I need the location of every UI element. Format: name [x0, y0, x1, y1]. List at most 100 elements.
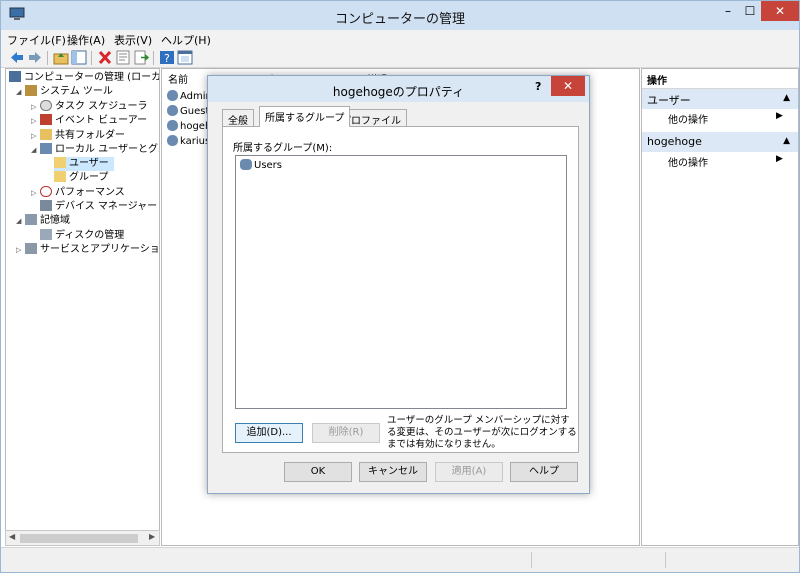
- user-icon: [167, 120, 178, 131]
- collapse-arrow-icon[interactable]: ◢: [16, 85, 25, 99]
- status-bar: [1, 547, 799, 572]
- menu-file[interactable]: ファイル(F): [7, 32, 66, 48]
- menu-view[interactable]: 表示(V): [114, 32, 152, 48]
- properties-dialog: hogehogeのプロパティ ? ✕ 全般 所属するグループ プロファイル 所属…: [207, 75, 590, 494]
- disk-icon: [40, 229, 52, 240]
- status-divider: [665, 552, 666, 568]
- group-icon: [240, 159, 252, 170]
- member-of-panel: 所属するグループ(M): Users 追加(D)... 削除(R) ユーザーのグ…: [222, 126, 579, 453]
- submenu-arrow-icon: ▶: [776, 111, 783, 121]
- minimize-button[interactable]: –: [717, 1, 739, 21]
- tree-horizontal-scrollbar[interactable]: ◀ ▶: [5, 530, 160, 546]
- groups-label: 所属するグループ(M):: [233, 143, 333, 154]
- collapse-triangle-icon[interactable]: ▲: [783, 93, 790, 103]
- tree-item-users[interactable]: ユーザー: [54, 157, 114, 171]
- actions-section-users[interactable]: ユーザー ▲: [642, 89, 798, 109]
- svg-text:?: ?: [164, 52, 170, 65]
- actions-section-hogehoge[interactable]: hogehoge ▲: [642, 132, 798, 152]
- event-viewer-icon: [40, 114, 52, 125]
- action-more-actions[interactable]: 他の操作 ▶: [668, 154, 783, 169]
- submenu-arrow-icon: ▶: [776, 154, 783, 164]
- computer-icon: [9, 71, 21, 82]
- forward-arrow-icon[interactable]: [27, 50, 43, 65]
- dialog-title-bar[interactable]: hogehogeのプロパティ ? ✕: [208, 76, 589, 102]
- membership-note: ユーザーのグループ メンバーシップに対する変更は、そのユーザーが次にログオンする…: [387, 415, 577, 450]
- tree-item-performance[interactable]: ▷ パフォーマンス: [31, 186, 125, 200]
- menu-help[interactable]: ヘルプ(H): [161, 32, 211, 48]
- list-item[interactable]: Admin: [167, 90, 212, 102]
- tree-item-services-apps[interactable]: ▷ サービスとアプリケーション: [16, 243, 159, 257]
- navigation-tree[interactable]: コンピューターの管理 (ローカル) ◢ システム ツール ▷ タスク スケジューラ …: [5, 68, 160, 546]
- scroll-left-arrow-icon[interactable]: ◀: [9, 532, 15, 541]
- collapse-triangle-icon[interactable]: ▲: [783, 136, 790, 146]
- add-button[interactable]: 追加(D)...: [235, 423, 303, 443]
- tree-item-device-manager[interactable]: デバイス マネージャー: [40, 200, 157, 214]
- clock-icon: [40, 100, 52, 111]
- expand-arrow-icon[interactable]: ▷: [31, 129, 40, 143]
- tree-item-groups[interactable]: グループ: [54, 171, 108, 185]
- tree-item-disk-management[interactable]: ディスクの管理: [40, 229, 124, 243]
- expand-arrow-icon[interactable]: ▷: [31, 186, 40, 200]
- close-button[interactable]: ✕: [761, 1, 799, 21]
- menu-bar: ファイル(F) 操作(A) 表示(V) ヘルプ(H): [1, 30, 799, 48]
- dialog-close-button[interactable]: ✕: [551, 76, 585, 96]
- cancel-button[interactable]: キャンセル: [359, 462, 427, 482]
- folder-icon: [54, 157, 66, 168]
- export-icon[interactable]: [133, 50, 149, 65]
- properties-icon[interactable]: [115, 50, 131, 65]
- list-item[interactable]: Users: [240, 159, 282, 171]
- shared-folder-icon: [40, 129, 52, 140]
- collapse-arrow-icon[interactable]: ◢: [16, 214, 25, 228]
- user-icon: [167, 135, 178, 146]
- expand-arrow-icon[interactable]: ▷: [31, 114, 40, 128]
- actions-pane: 操作 ユーザー ▲ 他の操作 ▶ hogehoge ▲ 他の操作 ▶: [641, 68, 799, 546]
- action-more-actions[interactable]: 他の操作 ▶: [668, 111, 783, 126]
- user-icon: [167, 105, 178, 116]
- ok-button[interactable]: OK: [284, 462, 352, 482]
- tools-icon: [25, 85, 37, 96]
- status-divider: [531, 552, 532, 568]
- delete-icon[interactable]: [97, 50, 113, 65]
- tree-item-local-users-groups[interactable]: ◢ローカル ユーザーとグループ: [31, 143, 159, 157]
- window-title: コンピューターの管理: [334, 12, 465, 27]
- scrollbar-thumb[interactable]: [20, 534, 138, 543]
- dialog-help-button[interactable]: ?: [535, 80, 541, 93]
- groups-listbox[interactable]: Users: [235, 155, 567, 409]
- list-item[interactable]: Guest: [167, 105, 209, 117]
- storage-icon: [25, 214, 37, 225]
- tree-item-storage[interactable]: ◢ 記憶域: [16, 214, 70, 228]
- back-arrow-icon[interactable]: [9, 50, 25, 65]
- remove-button[interactable]: 削除(R): [312, 423, 380, 443]
- toolbar-separator: [47, 51, 48, 65]
- menu-action[interactable]: 操作(A): [67, 32, 105, 48]
- column-header-name[interactable]: 名前: [168, 71, 188, 86]
- list-item[interactable]: karius: [167, 135, 210, 147]
- collapse-arrow-icon[interactable]: ◢: [31, 143, 40, 157]
- toolbar-separator: [91, 51, 92, 65]
- actions-header: 操作: [642, 69, 798, 89]
- dialog-title: hogehogeのプロパティ: [332, 85, 465, 99]
- expand-arrow-icon[interactable]: ▷: [31, 100, 40, 114]
- title-bar[interactable]: コンピューターの管理 – ☐ ✕: [1, 1, 799, 30]
- tree-item-computer-management[interactable]: コンピューターの管理 (ローカル): [9, 71, 159, 85]
- toolbar: ?: [1, 48, 799, 68]
- help-icon[interactable]: ?: [159, 50, 175, 65]
- tree-item-shared-folders[interactable]: ▷ 共有フォルダー: [31, 129, 125, 143]
- folder-icon: [54, 171, 66, 182]
- expand-arrow-icon[interactable]: ▷: [16, 243, 25, 257]
- apply-button[interactable]: 適用(A): [435, 462, 503, 482]
- maximize-button[interactable]: ☐: [739, 1, 761, 21]
- scroll-right-arrow-icon[interactable]: ▶: [149, 532, 155, 541]
- help-button[interactable]: ヘルプ: [510, 462, 578, 482]
- show-hide-tree-icon[interactable]: [71, 50, 87, 65]
- tree-item-event-viewer[interactable]: ▷ イベント ビューアー: [31, 114, 147, 128]
- up-folder-icon[interactable]: [53, 50, 69, 65]
- action-pane-icon[interactable]: [177, 50, 193, 65]
- services-icon: [25, 243, 37, 254]
- tab-general[interactable]: 全般: [222, 109, 254, 127]
- list-item[interactable]: hogeh: [167, 120, 211, 132]
- toolbar-separator: [153, 51, 154, 65]
- tree-item-system-tools[interactable]: ◢ システム ツール: [16, 85, 113, 99]
- tree-item-task-scheduler[interactable]: ▷ タスク スケジューラ: [31, 100, 147, 114]
- tab-member-of[interactable]: 所属するグループ: [259, 106, 351, 127]
